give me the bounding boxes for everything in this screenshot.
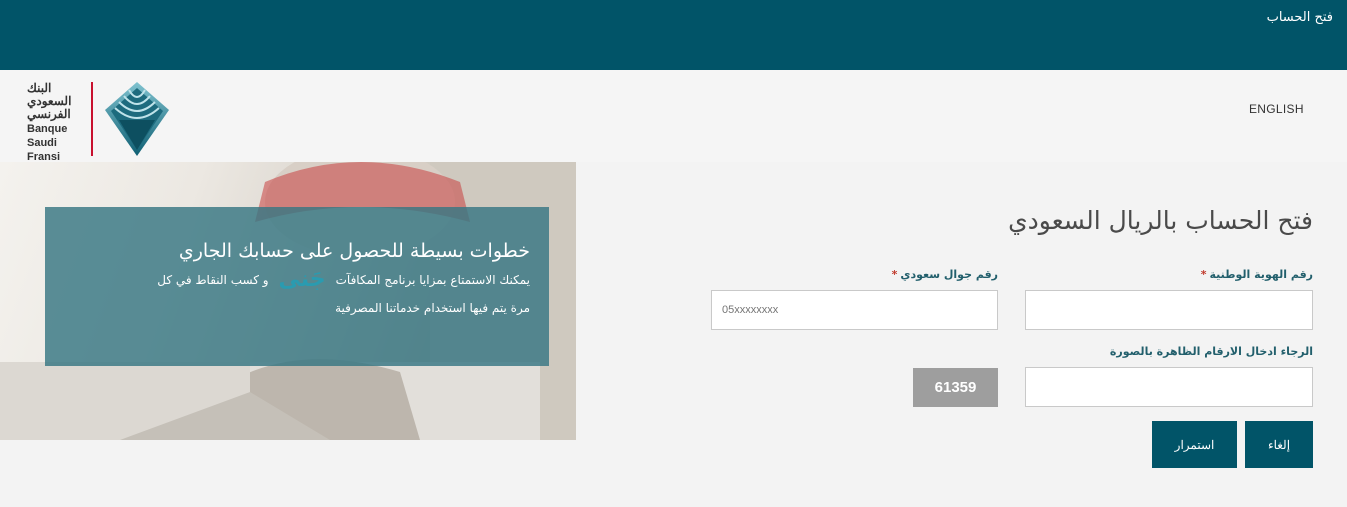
logo-latin-line-1: Banque xyxy=(27,123,68,135)
mobile-input[interactable] xyxy=(711,290,998,330)
bank-logo-text: البنك السعودي الفرنسي Banque Saudi Frans… xyxy=(27,82,89,164)
logo-arabic-line-3: الفرنسي xyxy=(27,107,71,121)
national-id-input[interactable] xyxy=(1025,290,1313,330)
mobile-label: رقم جوال سعودي* xyxy=(892,268,998,281)
mobile-label-text: رقم جوال سعودي xyxy=(900,268,998,281)
required-marker: * xyxy=(1200,268,1207,281)
language-switch-link[interactable]: ENGLISH xyxy=(1249,102,1304,116)
promo-rewards-line: يمكنك الاستمتاع بمزايا برنامج المكافآت ج… xyxy=(59,265,530,295)
cancel-button[interactable]: إلغاء xyxy=(1245,421,1313,468)
national-id-label-text: رقم الهوية الوطنية xyxy=(1209,268,1314,281)
logo-divider xyxy=(91,82,93,156)
logo-latin-line-2: Saudi xyxy=(27,137,57,149)
top-bar: فتح الحساب xyxy=(0,0,1347,70)
site-header: البنك السعودي الفرنسي Banque Saudi Frans… xyxy=(0,70,1347,164)
rewards-brand-logo: جَنى xyxy=(275,266,330,294)
bank-logo-icon xyxy=(105,82,169,156)
form-title: فتح الحساب بالريال السعودي xyxy=(1008,206,1313,235)
captcha-image: 61359 xyxy=(913,368,998,407)
captcha-instruction: الرجاء ادخال الارقام الظاهرة بالصورة xyxy=(1109,345,1313,358)
national-id-label: رقم الهوية الوطنية* xyxy=(1201,268,1313,281)
promo-panel: خطوات بسيطة للحصول على حسابك الجاري يمكن… xyxy=(45,207,549,366)
required-marker: * xyxy=(891,268,898,281)
promo-line-2: مرة يتم فيها استخدام خدماتنا المصرفية xyxy=(335,301,530,315)
rewards-brand-text: جَنى xyxy=(278,267,326,292)
promo-text-before: يمكنك الاستمتاع بمزايا برنامج المكافآت xyxy=(335,273,530,287)
captcha-input[interactable] xyxy=(1025,367,1313,407)
promo-title: خطوات بسيطة للحصول على حسابك الجاري xyxy=(178,240,530,262)
promo-text-after: و كسب النقاط في كل xyxy=(157,273,269,287)
continue-button[interactable]: استمرار xyxy=(1152,421,1237,468)
page-header-title: فتح الحساب xyxy=(1266,10,1333,25)
hero-image: خطوات بسيطة للحصول على حسابك الجاري يمكن… xyxy=(0,162,576,440)
